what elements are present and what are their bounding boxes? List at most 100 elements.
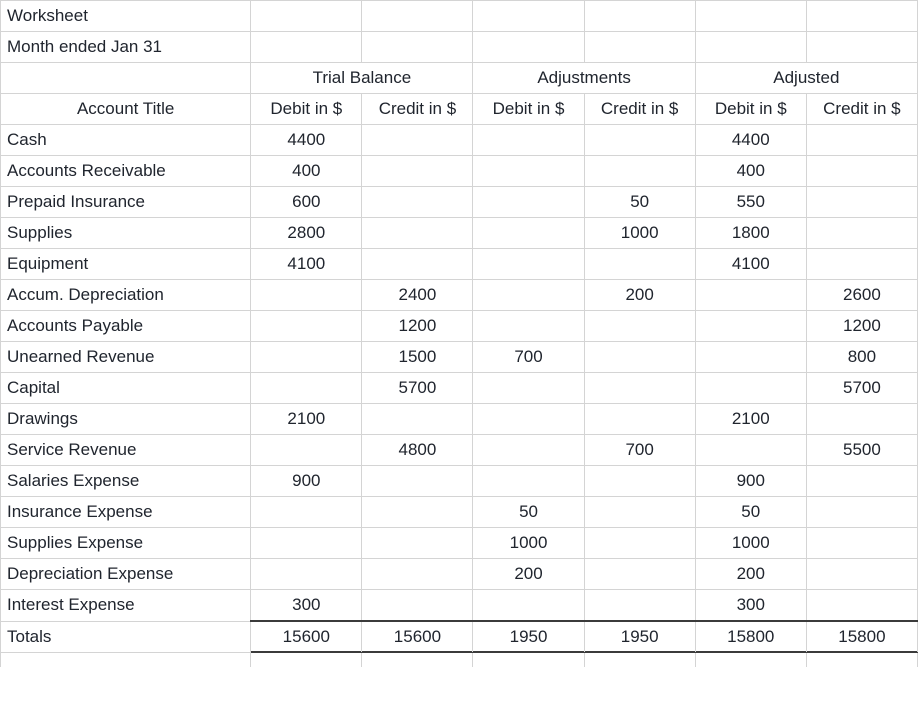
empty-cell[interactable] [806,31,918,63]
amount-cell-credit[interactable]: 1200 [361,310,474,342]
account-title-cell[interactable]: Unearned Revenue [0,341,252,373]
amount-cell-debit[interactable] [250,279,363,311]
amount-cell-credit[interactable] [361,155,474,187]
amount-cell-credit[interactable] [584,527,696,559]
amount-cell-debit[interactable]: 400 [250,155,363,187]
empty-cell[interactable] [695,0,807,32]
amount-cell-credit[interactable] [584,341,696,373]
amount-cell-debit[interactable] [472,248,585,280]
amount-cell-credit[interactable] [361,465,474,497]
amount-cell-debit[interactable]: 400 [695,155,807,187]
amount-cell-debit[interactable]: 4100 [250,248,363,280]
amount-cell-debit[interactable]: 300 [250,589,363,622]
column-header-credit-1[interactable]: Credit in $ [361,93,474,125]
empty-cell[interactable] [472,31,585,63]
empty-cell[interactable] [695,31,807,63]
amount-cell-credit[interactable]: 2600 [806,279,918,311]
amount-cell-credit[interactable] [806,217,918,249]
amount-cell-debit[interactable] [472,403,585,435]
amount-cell-credit[interactable] [806,186,918,218]
amount-cell-debit[interactable] [472,279,585,311]
amount-cell-debit[interactable]: 550 [695,186,807,218]
amount-cell-debit[interactable] [695,310,807,342]
empty-cell[interactable] [361,31,474,63]
amount-cell-debit[interactable]: 300 [695,589,807,622]
amount-cell-debit[interactable]: 1000 [695,527,807,559]
amount-cell-credit[interactable] [806,124,918,156]
account-title-cell[interactable]: Prepaid Insurance [0,186,252,218]
account-title-cell[interactable]: Service Revenue [0,434,252,466]
amount-cell-credit[interactable]: 5500 [806,434,918,466]
amount-cell-credit[interactable] [361,496,474,528]
worksheet-title[interactable]: Worksheet [0,0,252,32]
amount-cell-credit[interactable]: 5700 [361,372,474,404]
account-title-cell[interactable]: Accounts Payable [0,310,252,342]
totals-label[interactable]: Totals [0,620,252,653]
empty-cell[interactable] [806,0,918,32]
empty-cell[interactable] [584,31,696,63]
account-title-cell[interactable]: Interest Expense [0,589,252,622]
amount-cell-debit[interactable] [472,155,585,187]
amount-cell-credit[interactable] [806,465,918,497]
total-cell-debit[interactable]: 15800 [695,620,807,653]
total-cell-credit[interactable]: 1950 [584,620,696,653]
amount-cell-debit[interactable] [250,341,363,373]
account-title-cell[interactable]: Supplies [0,217,252,249]
account-title-cell[interactable]: Supplies Expense [0,527,252,559]
group-header-adjusted[interactable]: Adjusted [695,62,918,94]
amount-cell-debit[interactable]: 4100 [695,248,807,280]
amount-cell-credit[interactable] [584,310,696,342]
column-header-debit-2[interactable]: Debit in $ [472,93,585,125]
amount-cell-debit[interactable] [472,217,585,249]
group-header-trial-balance[interactable]: Trial Balance [250,62,474,94]
amount-cell-credit[interactable]: 5700 [806,372,918,404]
column-header-credit-2[interactable]: Credit in $ [584,93,696,125]
amount-cell-credit[interactable] [361,186,474,218]
amount-cell-debit[interactable]: 900 [250,465,363,497]
empty-cell[interactable] [250,0,363,32]
account-title-cell[interactable]: Capital [0,372,252,404]
amount-cell-credit[interactable] [361,217,474,249]
amount-cell-credit[interactable]: 800 [806,341,918,373]
amount-cell-credit[interactable] [584,124,696,156]
account-title-cell[interactable]: Equipment [0,248,252,280]
amount-cell-credit[interactable]: 4800 [361,434,474,466]
amount-cell-debit[interactable]: 2800 [250,217,363,249]
amount-cell-credit[interactable] [584,465,696,497]
amount-cell-debit[interactable] [695,372,807,404]
amount-cell-debit[interactable] [695,341,807,373]
account-title-cell[interactable]: Accum. Depreciation [0,279,252,311]
amount-cell-credit[interactable]: 1200 [806,310,918,342]
empty-cell[interactable] [0,652,252,667]
amount-cell-debit[interactable] [472,124,585,156]
amount-cell-credit[interactable] [361,124,474,156]
account-title-cell[interactable]: Depreciation Expense [0,558,252,590]
amount-cell-credit[interactable] [584,372,696,404]
total-cell-credit[interactable]: 15600 [361,620,474,653]
amount-cell-credit[interactable]: 200 [584,279,696,311]
empty-cell[interactable] [250,652,363,667]
amount-cell-credit[interactable]: 2400 [361,279,474,311]
amount-cell-credit[interactable] [806,496,918,528]
total-cell-credit[interactable]: 15800 [806,620,918,653]
amount-cell-credit[interactable] [584,155,696,187]
total-cell-debit[interactable]: 1950 [472,620,585,653]
amount-cell-credit[interactable] [806,558,918,590]
amount-cell-credit[interactable] [806,403,918,435]
amount-cell-debit[interactable] [472,372,585,404]
group-header-adjustments[interactable]: Adjustments [472,62,696,94]
amount-cell-credit[interactable] [806,527,918,559]
amount-cell-debit[interactable]: 200 [472,558,585,590]
account-title-cell[interactable]: Accounts Receivable [0,155,252,187]
amount-cell-debit[interactable] [472,589,585,622]
column-header-debit-1[interactable]: Debit in $ [250,93,363,125]
amount-cell-debit[interactable]: 600 [250,186,363,218]
amount-cell-credit[interactable] [806,589,918,622]
amount-cell-credit[interactable] [584,248,696,280]
amount-cell-debit[interactable] [472,310,585,342]
amount-cell-debit[interactable] [250,434,363,466]
worksheet-period[interactable]: Month ended Jan 31 [0,31,252,63]
total-cell-debit[interactable]: 15600 [250,620,363,653]
amount-cell-debit[interactable] [250,496,363,528]
column-header-debit-3[interactable]: Debit in $ [695,93,807,125]
